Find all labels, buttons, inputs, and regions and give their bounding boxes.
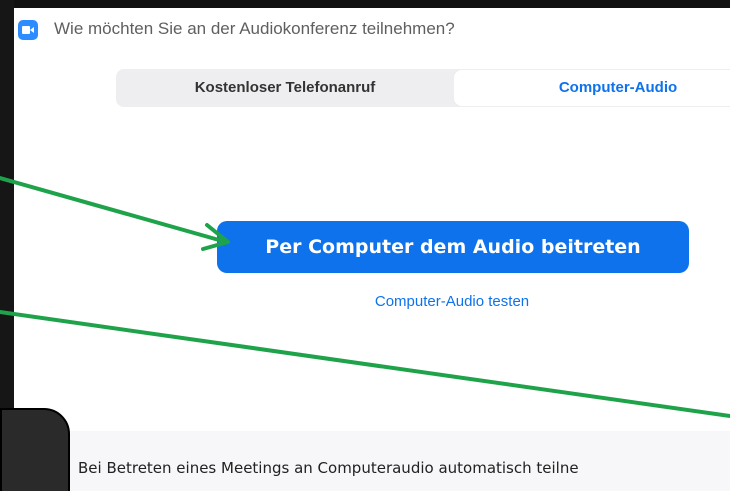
tab-computer-audio[interactable]: Computer-Audio — [454, 70, 730, 106]
tab-computer-audio-label: Computer-Audio — [558, 79, 678, 96]
zoom-camera-icon — [18, 20, 38, 40]
audio-dialog: Wie möchten Sie an der Audiokonferenz te… — [14, 8, 730, 491]
test-computer-audio-link[interactable]: Computer-Audio testen — [342, 293, 562, 310]
join-computer-audio-button[interactable]: Per Computer dem Audio beitreten — [217, 221, 689, 273]
dialog-titlebar: Wie möchten Sie an der Audiokonferenz te… — [14, 8, 730, 52]
dialog-title: Wie möchten Sie an der Audiokonferenz te… — [54, 19, 455, 38]
dark-overlay-card — [0, 408, 70, 491]
top-strip — [0, 0, 730, 8]
audio-tab-bar: Kostenloser Telefonanruf Computer-Audio — [116, 69, 730, 107]
tab-phone-call[interactable]: Kostenloser Telefonanruf — [116, 69, 454, 107]
tab-phone-call-label: Kostenloser Telefonanruf — [194, 79, 376, 96]
dialog-footer: Bei Betreten eines Meetings an Computera… — [14, 431, 730, 491]
auto-join-checkbox-label[interactable]: Bei Betreten eines Meetings an Computera… — [78, 459, 579, 477]
screen: Wie möchten Sie an der Audiokonferenz te… — [0, 0, 730, 491]
